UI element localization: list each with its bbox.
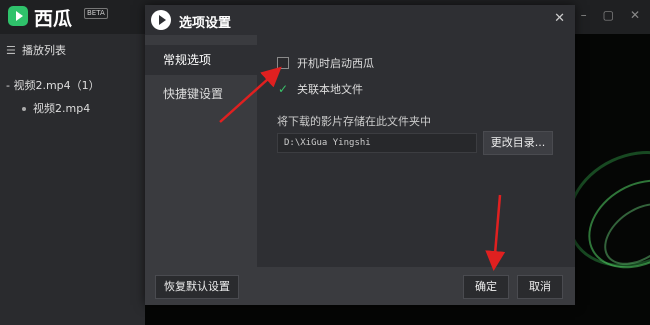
dialog-content: 开机时启动西瓜 ✓ 关联本地文件 将下载的影片存储在此文件夹中 D:\XiGua… <box>257 35 575 267</box>
associate-option[interactable]: ✓ 关联本地文件 <box>277 81 363 97</box>
dialog-titlebar: 选项设置 ✕ <box>145 5 575 35</box>
list-item[interactable]: 视频2.mp4 <box>22 100 90 116</box>
autostart-checkbox[interactable] <box>277 57 289 69</box>
minimize-icon[interactable]: – <box>581 8 587 22</box>
dialog-footer: 恢复默认设置 确定 取消 <box>145 267 575 305</box>
save-folder-label: 将下载的影片存储在此文件夹中 <box>277 115 431 128</box>
tab-general[interactable]: 常规选项 <box>145 45 257 75</box>
settings-dialog: 选项设置 ✕ 常规选项 快捷键设置 开机时启动西瓜 ✓ 关联本地文件 将下载的影… <box>145 5 575 305</box>
playlist-panel: ☰ 播放列表 - 视频2.mp4（1） 视频2.mp4 <box>0 34 145 325</box>
app-logo-icon <box>8 6 28 26</box>
window-controls: – ▢ ✕ <box>581 8 640 22</box>
autostart-label: 开机时启动西瓜 <box>297 57 374 70</box>
save-path-input[interactable]: D:\XiGua Yingshi <box>277 133 477 153</box>
playlist-title: 播放列表 <box>22 44 66 57</box>
app-name: 西瓜 <box>34 8 73 30</box>
ok-button[interactable]: 确定 <box>463 275 509 299</box>
close-icon[interactable]: ✕ <box>554 11 565 26</box>
dialog-nav: 常规选项 快捷键设置 <box>145 35 257 267</box>
window-close-icon[interactable]: ✕ <box>630 8 640 22</box>
cancel-button[interactable]: 取消 <box>517 275 563 299</box>
associate-checkbox[interactable]: ✓ <box>277 83 289 95</box>
change-dir-button[interactable]: 更改目录... <box>483 131 553 155</box>
dialog-title: 选项设置 <box>179 16 232 31</box>
list-item-label: 视频2.mp4 <box>33 102 91 115</box>
playlist-group[interactable]: - 视频2.mp4（1） <box>6 77 100 93</box>
autostart-option[interactable]: 开机时启动西瓜 <box>277 55 374 71</box>
reset-defaults-button[interactable]: 恢复默认设置 <box>155 275 239 299</box>
checkmark-icon: ✓ <box>277 82 289 96</box>
associate-label: 关联本地文件 <box>297 83 363 96</box>
dialog-logo-icon <box>151 10 171 30</box>
tab-shortcuts[interactable]: 快捷键设置 <box>145 79 257 109</box>
list-icon[interactable]: ☰ <box>6 44 16 57</box>
maximize-icon[interactable]: ▢ <box>603 8 614 22</box>
playlist-header: ☰ 播放列表 <box>0 34 145 64</box>
beta-badge: BETA <box>84 8 108 19</box>
bullet-icon <box>22 107 26 111</box>
